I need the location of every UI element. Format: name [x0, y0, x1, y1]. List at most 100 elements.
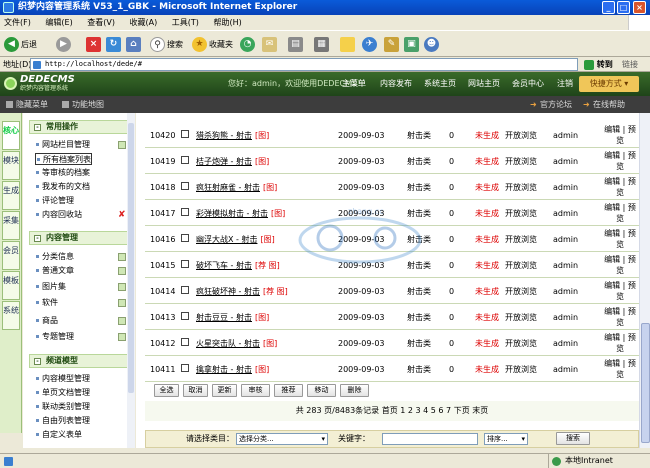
- tab-modules[interactable]: 模块: [2, 151, 20, 180]
- shortcuts-button[interactable]: 快捷方式 ▾: [579, 76, 639, 92]
- menu-help[interactable]: 帮助(H): [213, 18, 241, 27]
- minimize-button[interactable]: _: [602, 1, 615, 14]
- search-submit-button[interactable]: 搜索: [556, 432, 590, 445]
- research-button[interactable]: ✎: [384, 36, 401, 54]
- tab-core[interactable]: 核心: [2, 121, 20, 150]
- discuss-button[interactable]: ▣: [404, 36, 421, 54]
- messenger-button[interactable]: ✈: [362, 36, 379, 54]
- menu-edit[interactable]: 编辑(E): [45, 18, 72, 27]
- tab-generate[interactable]: 生成: [2, 181, 20, 210]
- nav-site-home[interactable]: 网站主页: [468, 72, 500, 96]
- go-button[interactable]: 转到: [584, 57, 613, 72]
- row-checkbox[interactable]: [181, 234, 189, 242]
- cell-operations[interactable]: 编辑 | 预览: [603, 304, 637, 330]
- search-button[interactable]: ⚲ 搜索: [150, 36, 183, 54]
- cell-operations[interactable]: 编辑 | 预览: [603, 174, 637, 200]
- add-icon[interactable]: [118, 141, 126, 149]
- add-icon[interactable]: [118, 317, 126, 325]
- folder-button[interactable]: [340, 36, 357, 54]
- sidebar-item-software[interactable]: 软件: [35, 297, 58, 309]
- sidebar-item-free-lists[interactable]: 自由列表管理: [35, 415, 90, 427]
- row-checkbox[interactable]: [181, 208, 189, 216]
- row-checkbox[interactable]: [181, 286, 189, 294]
- pagination[interactable]: 共 283 页/8483条记录 首页 1 2 3 4 5 6 7 下页 末页: [145, 401, 639, 421]
- forum-link[interactable]: 官方论坛: [540, 96, 572, 113]
- home-button[interactable]: ⌂: [126, 36, 143, 54]
- mail-button[interactable]: ✉: [262, 36, 279, 54]
- address-input[interactable]: http://localhost/dede/#: [30, 58, 578, 71]
- sidebar-item-models[interactable]: 内容模型管理: [35, 373, 90, 385]
- cell-operations[interactable]: 编辑 | 预览: [603, 356, 637, 382]
- help-link[interactable]: 在线帮助: [593, 96, 625, 113]
- tab-collect[interactable]: 采集: [2, 211, 20, 240]
- nav-logout[interactable]: 注销: [557, 72, 573, 96]
- close-button[interactable]: ×: [633, 1, 646, 14]
- nav-member-center[interactable]: 会员中心: [512, 72, 544, 96]
- back-button[interactable]: ◀ 后退: [4, 36, 37, 54]
- sidebar-section-models[interactable]: - 频道模型: [29, 354, 135, 368]
- sidebar-item-comments[interactable]: 评论管理: [35, 195, 74, 207]
- sidebar-item-products[interactable]: 商品: [35, 315, 58, 327]
- main-scroll-thumb[interactable]: [641, 323, 650, 443]
- cell-operations[interactable]: 编辑 | 预览: [603, 278, 637, 304]
- select-all-button[interactable]: 全选: [154, 384, 179, 397]
- row-checkbox[interactable]: [181, 338, 189, 346]
- sort-select[interactable]: 排序... ▾: [484, 433, 528, 445]
- stop-button[interactable]: ×: [86, 36, 103, 54]
- cell-operations[interactable]: 编辑 | 预览: [603, 330, 637, 356]
- move-button[interactable]: 移动: [307, 384, 336, 397]
- people-button[interactable]: ☻: [424, 36, 441, 54]
- article-title-link[interactable]: 幽浮大战X - 射击: [196, 234, 257, 245]
- row-checkbox[interactable]: [181, 260, 189, 268]
- row-checkbox[interactable]: [181, 312, 189, 320]
- cancel-button[interactable]: 取消: [183, 384, 208, 397]
- category-select[interactable]: 选择分类... ▾: [236, 433, 328, 445]
- nav-publish[interactable]: 内容发布: [380, 72, 412, 96]
- favorites-button[interactable]: ★ 收藏夹: [192, 36, 233, 54]
- main-scrollbar[interactable]: [639, 113, 650, 448]
- feature-map-link[interactable]: 功能地图: [72, 96, 104, 113]
- tab-members[interactable]: 会员: [2, 241, 20, 270]
- sidebar-item-my-docs[interactable]: 我发布的文档: [35, 181, 90, 193]
- row-checkbox[interactable]: [181, 182, 189, 190]
- maximize-button[interactable]: □: [617, 1, 630, 14]
- tab-system[interactable]: 系统: [2, 301, 20, 330]
- menu-file[interactable]: 文件(F): [4, 18, 31, 27]
- add-icon[interactable]: [118, 283, 126, 291]
- refresh-button[interactable]: ↻: [106, 36, 123, 54]
- sidebar-section-common[interactable]: - 常用操作: [29, 120, 135, 134]
- sidebar-item-all-archives[interactable]: 所有档案列表: [35, 153, 92, 165]
- cell-operations[interactable]: 编辑 | 预览: [603, 122, 637, 148]
- hide-menu-link[interactable]: 隐藏菜单: [16, 96, 48, 113]
- sidebar-item-classified[interactable]: 分类信息: [35, 251, 74, 263]
- sidebar-item-forms[interactable]: 自定义表单: [35, 429, 82, 441]
- delete-button[interactable]: 删除: [340, 384, 369, 397]
- cell-operations[interactable]: 编辑 | 预览: [603, 252, 637, 278]
- tab-templates[interactable]: 模板: [2, 271, 20, 300]
- sidebar-item-images[interactable]: 图片集: [35, 281, 66, 293]
- add-icon[interactable]: [118, 253, 126, 261]
- article-title-link[interactable]: 疯狂射麻雀 - 射击: [196, 182, 260, 193]
- cell-operations[interactable]: 编辑 | 预览: [603, 200, 637, 226]
- cell-operations[interactable]: 编辑 | 预览: [603, 226, 637, 252]
- edit-button[interactable]: ▦: [314, 36, 331, 54]
- sidebar-item-recycle[interactable]: 内容回收站: [35, 209, 82, 221]
- sidebar-section-content[interactable]: - 内容管理: [29, 231, 135, 245]
- nav-system-home[interactable]: 系统主页: [424, 72, 456, 96]
- add-icon[interactable]: [118, 333, 126, 341]
- article-title-link[interactable]: 疯狂破坏神 - 射击: [196, 286, 260, 297]
- article-title-link[interactable]: 破坏飞车 - 射击: [196, 260, 252, 271]
- review-button[interactable]: 审核: [241, 384, 270, 397]
- article-title-link[interactable]: 桔子炮弹 - 射击: [196, 156, 252, 167]
- keyword-input[interactable]: [382, 433, 478, 445]
- row-checkbox[interactable]: [181, 130, 189, 138]
- recommend-button[interactable]: 推荐: [274, 384, 303, 397]
- article-title-link[interactable]: 射击豆豆 - 射击: [196, 312, 252, 323]
- sidebar-item-linkage[interactable]: 联动类别管理: [35, 401, 90, 413]
- cell-operations[interactable]: 编辑 | 预览: [603, 148, 637, 174]
- sidebar-item-topics[interactable]: 专题管理: [35, 331, 74, 343]
- article-title-link[interactable]: 擒拿射击 - 射击: [196, 364, 252, 375]
- article-title-link[interactable]: 火星突击队 - 射击: [196, 338, 260, 349]
- menu-tools[interactable]: 工具(T): [172, 18, 199, 27]
- add-icon[interactable]: [118, 299, 126, 307]
